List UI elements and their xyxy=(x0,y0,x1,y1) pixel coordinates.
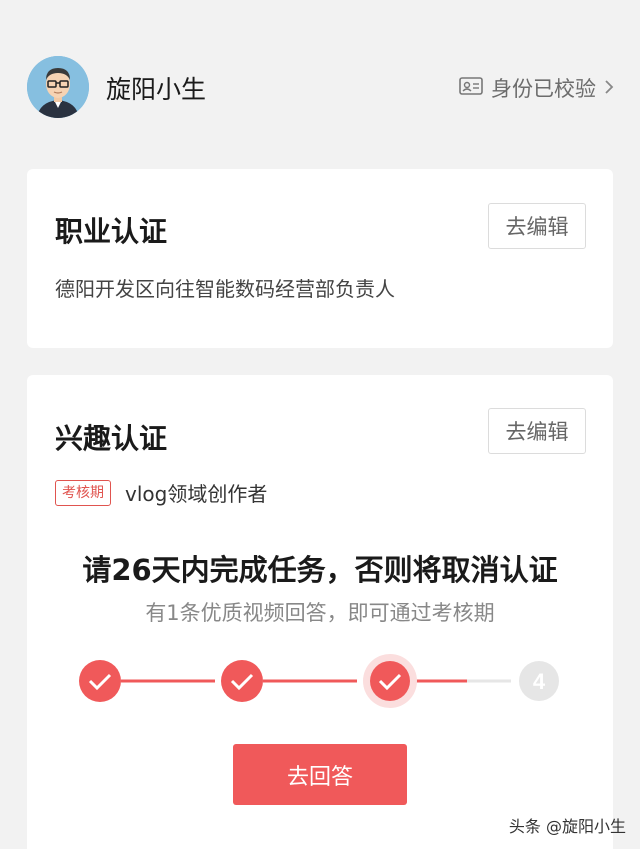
identity-verified-label: 身份已校验 xyxy=(491,77,596,101)
step-3-current xyxy=(363,654,417,708)
task-headline: 请26天内完成任务，否则将取消认证 xyxy=(82,553,558,587)
occupation-card-title: 职业认证 xyxy=(55,215,168,248)
occupation-certification-card: 职业认证 去编辑 德阳开发区向往智能数码经营部负责人 xyxy=(27,169,613,348)
user-name: 旋阳小生 xyxy=(106,75,207,104)
interest-card-title: 兴趣认证 xyxy=(55,422,168,455)
avatar-cartoon-man-icon xyxy=(27,56,89,118)
interest-edit-button[interactable]: 去编辑 xyxy=(488,408,586,454)
occupation-description: 德阳开发区向往智能数码经营部负责人 xyxy=(55,277,395,301)
chevron-right-icon xyxy=(604,76,614,100)
step-2-done xyxy=(221,660,263,702)
profile-header: 旋阳小生 身份已校验 xyxy=(0,52,640,124)
step-4-todo: 4 xyxy=(519,661,559,701)
status-badge: 考核期 xyxy=(55,479,111,506)
task-hint: 有1条优质视频回答，即可通过考核期 xyxy=(145,601,495,625)
watermark: 头条 @旋阳小生 xyxy=(508,817,626,836)
interest-field-row: 考核期 vlog领域创作者 xyxy=(55,478,267,507)
step-1-done xyxy=(79,660,121,702)
identity-verified-link[interactable]: 身份已校验 xyxy=(459,73,614,103)
step-4-label: 4 xyxy=(533,669,546,694)
id-card-icon xyxy=(459,76,483,101)
interest-certification-card: 兴趣认证 去编辑 考核期 vlog领域创作者 请26天内完成任务，否则将取消认证… xyxy=(27,375,613,849)
task-progress-steps: 4 xyxy=(79,654,559,708)
interest-field-name: vlog领域创作者 xyxy=(125,482,268,506)
occupation-edit-button[interactable]: 去编辑 xyxy=(488,203,586,249)
answer-button[interactable]: 去回答 xyxy=(233,744,407,805)
avatar[interactable] xyxy=(27,56,89,118)
